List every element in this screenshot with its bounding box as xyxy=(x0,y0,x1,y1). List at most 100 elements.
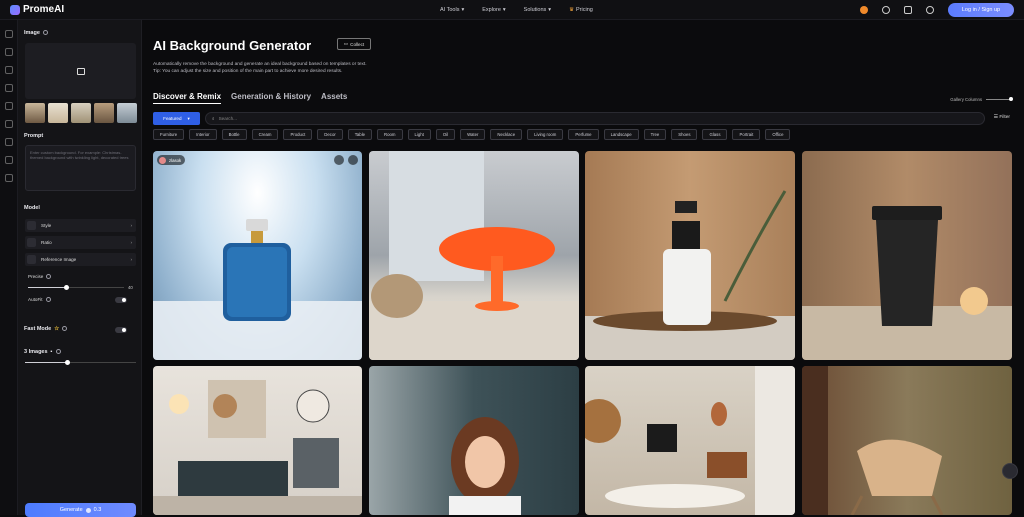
coin-icon[interactable] xyxy=(860,6,868,14)
sample-thumbnail[interactable] xyxy=(94,103,114,123)
chip-glass[interactable]: Glass xyxy=(702,129,728,140)
filter-button[interactable]: ☰ Filter xyxy=(994,115,1010,120)
card-share-icon[interactable] xyxy=(334,155,344,165)
filter-icon: ☰ xyxy=(993,115,998,120)
tab-assets[interactable]: Assets xyxy=(321,92,347,104)
chip-shoes[interactable]: Shoes xyxy=(671,129,698,140)
reference-image-row[interactable]: Reference Image › xyxy=(25,253,136,266)
help-icon[interactable] xyxy=(42,30,48,36)
slider-handle[interactable] xyxy=(64,285,69,290)
gallery-card-lamp[interactable] xyxy=(369,151,579,360)
style-row[interactable]: Style › xyxy=(25,219,136,232)
chip-product[interactable]: Product xyxy=(283,129,313,140)
chip-tree[interactable]: Tree xyxy=(643,129,667,140)
search-input[interactable]: Search... xyxy=(219,116,237,121)
gift-icon[interactable] xyxy=(904,6,912,14)
chip-interior[interactable]: Interior xyxy=(189,129,217,140)
style-icon xyxy=(27,221,36,230)
nav-pricing[interactable]: ♛ Pricing xyxy=(569,7,593,13)
sample-thumbnail[interactable] xyxy=(25,103,45,123)
card-user-tag[interactable]: zlasok xyxy=(157,155,186,165)
prompt-section-title: Prompt xyxy=(24,133,44,139)
sample-thumbnail[interactable] xyxy=(48,103,68,123)
help-icon[interactable] xyxy=(45,297,51,303)
lounge-room-image xyxy=(585,366,795,515)
portrait-image xyxy=(449,417,521,515)
image-section-title: Image xyxy=(24,30,48,36)
chevron-down-icon: ▾ xyxy=(461,7,465,13)
fast-mode-toggle[interactable] xyxy=(115,327,127,333)
history-icon[interactable] xyxy=(4,156,13,164)
chip-perfume[interactable]: Perfume xyxy=(568,129,599,140)
edit-icon[interactable] xyxy=(4,48,13,56)
page-description: Automatically remove the background and … xyxy=(153,62,367,74)
images-count-slider[interactable] xyxy=(25,360,136,365)
featured-dropdown[interactable]: Featured ▾ xyxy=(153,112,200,125)
slider-handle[interactable] xyxy=(65,360,70,365)
chip-water[interactable]: Water xyxy=(460,129,486,140)
chip-cream[interactable]: Cream xyxy=(251,129,279,140)
card-more-icon[interactable] xyxy=(348,155,358,165)
nav-solutions[interactable]: Solutions ▾ xyxy=(524,7,551,13)
help-icon[interactable] xyxy=(46,274,52,280)
ratio-icon xyxy=(27,238,36,247)
chip-living-room[interactable]: Living room xyxy=(527,129,564,140)
chip-table[interactable]: Table xyxy=(347,129,373,140)
tab-discover-remix[interactable]: Discover & Remix xyxy=(153,92,222,104)
chip-furniture[interactable]: Furniture xyxy=(153,129,185,140)
main-content: AI Background Generator ▭ Collect Automat… xyxy=(142,20,1024,515)
chip-office[interactable]: Office xyxy=(765,129,791,140)
settings-icon[interactable] xyxy=(4,174,13,182)
gallery-card-tumbler[interactable] xyxy=(802,151,1012,360)
precise-value: 40 xyxy=(128,285,133,290)
spray-bottle-image xyxy=(585,190,795,360)
ratio-row[interactable]: Ratio › xyxy=(25,236,136,249)
collect-button[interactable]: ▭ Collect xyxy=(337,38,371,50)
nav-ai-tools[interactable]: AI Tools ▾ xyxy=(440,7,464,13)
chevron-right-icon: › xyxy=(130,257,132,262)
chip-light[interactable]: Light xyxy=(407,129,431,140)
chip-room[interactable]: Room xyxy=(377,129,403,140)
home-icon[interactable] xyxy=(4,30,13,38)
headset-icon[interactable] xyxy=(882,6,890,14)
sample-thumbnail[interactable] xyxy=(71,103,91,123)
gallery-card-chair[interactable] xyxy=(802,366,1012,515)
gallery-card-lounge-room[interactable] xyxy=(585,366,795,515)
help-icon[interactable] xyxy=(55,349,61,355)
gallery-card-perfume[interactable]: zlasok xyxy=(153,151,362,360)
gallery-card-spray-bottle[interactable] xyxy=(585,151,795,360)
chevron-down-icon: ▾ xyxy=(187,115,190,121)
login-button[interactable]: Log in / Sign up xyxy=(948,3,1014,17)
logo[interactable]: PromeAI xyxy=(10,4,64,15)
top-nav: AI Tools ▾ Explore ▾ Solutions ▾ ♛ Pricing xyxy=(440,0,593,20)
prompt-input[interactable]: Enter custom background. For example: Ch… xyxy=(25,145,136,191)
tab-generation-history[interactable]: Generation & History xyxy=(231,92,311,104)
chip-bottle[interactable]: Bottle xyxy=(221,129,247,140)
autofit-label: AutoFit xyxy=(28,297,51,303)
sample-thumbnail[interactable] xyxy=(117,103,137,123)
globe-icon[interactable] xyxy=(926,6,934,14)
folder-icon[interactable] xyxy=(4,138,13,146)
chip-portrait[interactable]: Portrait xyxy=(732,129,761,140)
precise-slider[interactable] xyxy=(28,285,124,290)
search-bar[interactable]: ⌕ Search... xyxy=(205,112,985,125)
grid-icon[interactable] xyxy=(4,120,13,128)
chip-necklace[interactable]: Necklace xyxy=(490,129,523,140)
share-button[interactable] xyxy=(1002,463,1018,479)
icon-rail xyxy=(0,20,18,515)
chip-decor[interactable]: Decor xyxy=(317,129,343,140)
layers-icon[interactable] xyxy=(4,102,13,110)
help-icon[interactable] xyxy=(62,326,68,332)
tool-icon[interactable] xyxy=(4,66,13,74)
nav-explore[interactable]: Explore ▾ xyxy=(482,7,505,13)
gallery-card-portrait[interactable] xyxy=(369,366,579,515)
chip-oil[interactable]: Oil xyxy=(435,129,456,140)
image-icon[interactable] xyxy=(4,84,13,92)
chip-landscape[interactable]: Landscape xyxy=(603,129,639,140)
crown-icon: ♛ xyxy=(569,7,574,13)
autofit-toggle[interactable] xyxy=(115,297,127,303)
gallery-card-living-room[interactable] xyxy=(153,366,362,515)
gallery-columns-slider[interactable] xyxy=(986,97,1013,101)
gallery-columns-control: Gallery Columns xyxy=(950,97,1013,102)
image-upload-area[interactable] xyxy=(25,43,136,99)
